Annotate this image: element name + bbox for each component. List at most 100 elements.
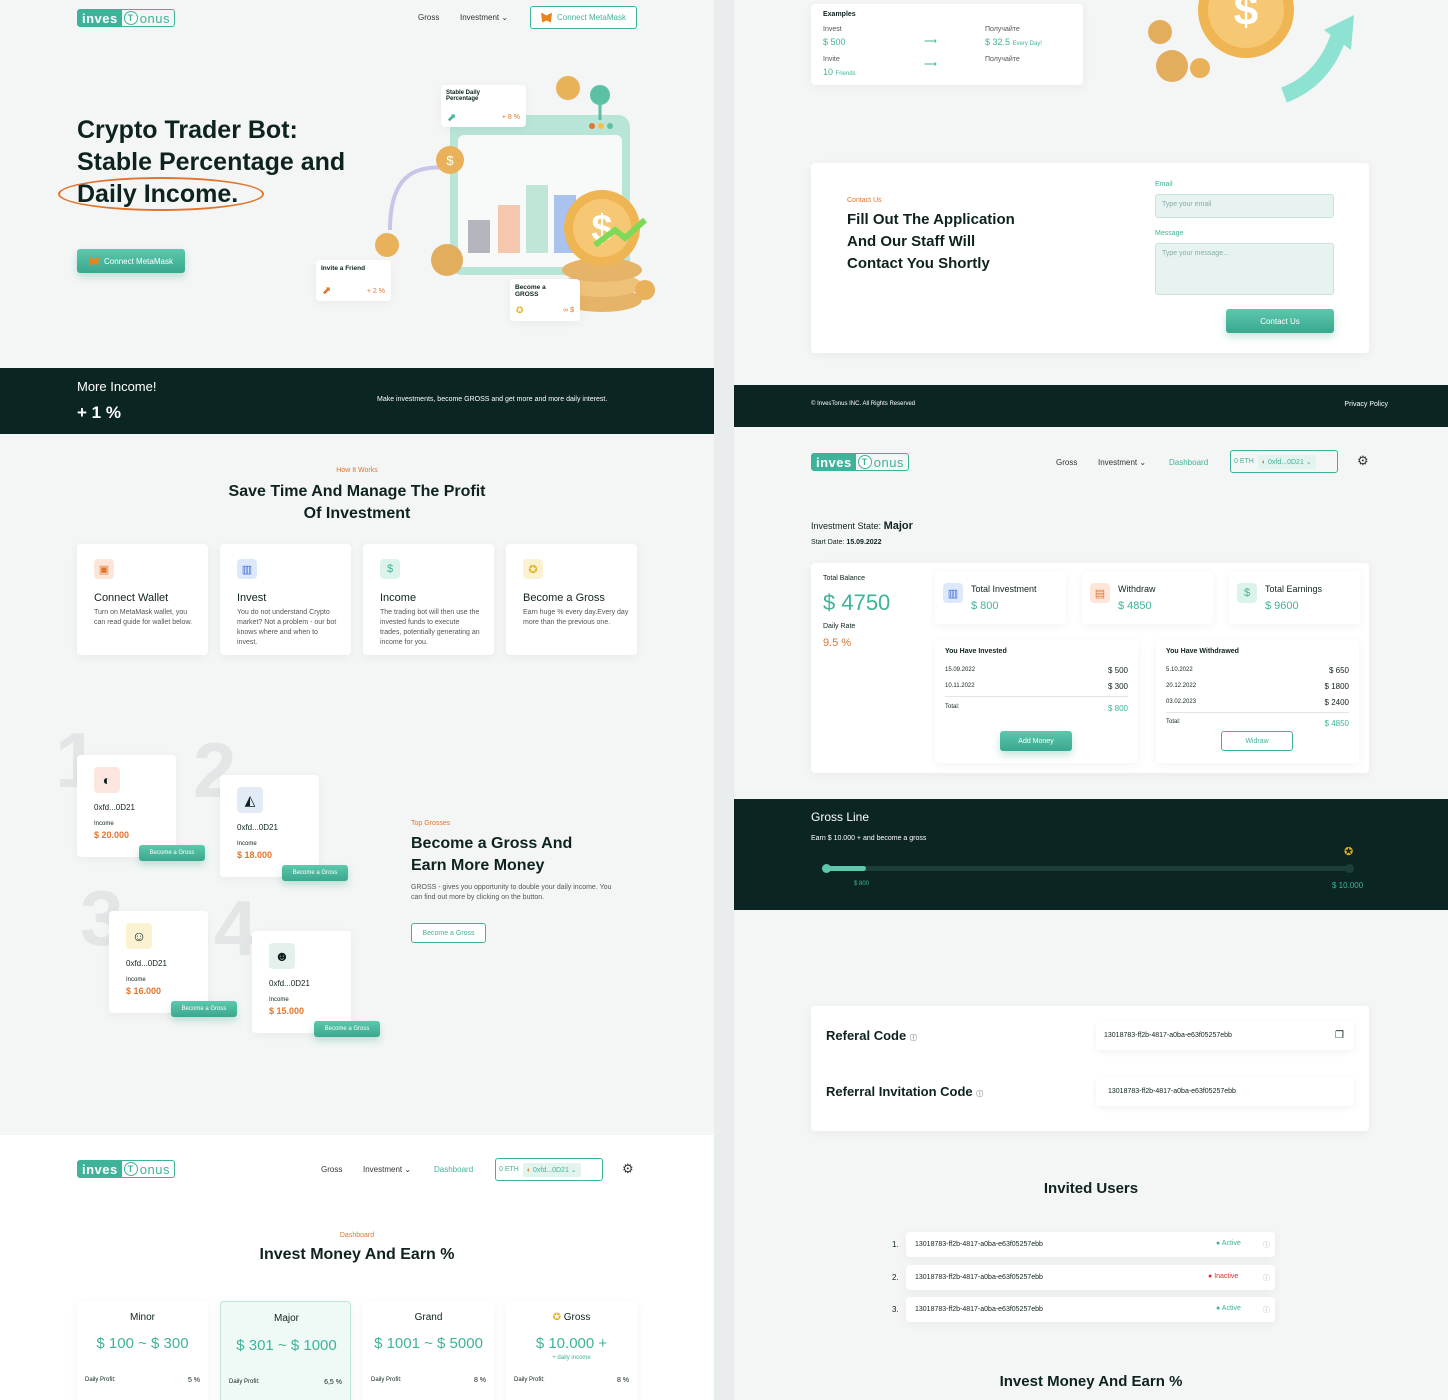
user-id: 13018783-ff2b-4817-a0ba-e63f05257ebb [915,1241,1043,1248]
info-icon[interactable]: ⓘ [976,1091,983,1098]
nav-dashboard[interactable]: Dashboard [434,1165,473,1174]
trend-up-icon: ⬈ [322,285,332,297]
wallet-address: ◐ 0xfd...0D21 ⌄ [522,1162,581,1177]
income-label: Income [94,821,114,827]
money-icon: $ [380,559,400,579]
info-icon[interactable]: ⓘ [1263,1240,1270,1250]
plan-card-selected[interactable]: Major $ 301 ~ $ 1000 Daily Profit: 6,5 % [220,1301,351,1400]
award-icon: ✪ [523,559,543,579]
wallet-widget[interactable]: 0 ETH ◐ 0xfd...0D21 ⌄ [495,1158,603,1181]
rank-address: 0xfd...0D21 [237,823,278,832]
referral-code-field[interactable]: 13018783-ff2b-4817-a0ba-e63f05257ebb [1096,1022,1354,1050]
gross-rank-card: ☻ 0xfd...0D21 Income $ 15.000 [252,931,351,1033]
wallet-icon: ▣ [94,559,114,579]
rank-address: 0xfd...0D21 [126,959,167,968]
panel-title: You Have Invested [945,648,1007,655]
gear-icon[interactable]: ⚙ [1357,453,1369,469]
plan-card[interactable]: Grand $ 1001 ~ $ 5000 Daily Profit: 8 % [363,1301,494,1400]
plan-card[interactable]: Minor $ 100 ~ $ 300 Daily Profit: 5 % [77,1301,208,1400]
profit-value: 8 % [473,1377,486,1384]
gross-rank-card: ◭ 0xfd...0D21 Income $ 18.000 [220,775,319,877]
logo-mark: T [123,1162,138,1176]
balance-label: Total Balance [823,575,866,582]
copyright: © InvesTonus INC. All Rights Reserved [811,401,916,407]
investment-state: Investment State: Major [811,520,913,532]
progress-handle [822,864,831,873]
message-field[interactable]: Type your message... [1155,243,1334,295]
nav-gross[interactable]: Gross [1056,458,1077,467]
nav-dashboard[interactable]: Dashboard [1169,458,1208,467]
status-badge: ● Inactive [1208,1273,1238,1280]
income-value: $ 15.000 [269,1006,305,1016]
check-icon: ● [1216,1240,1221,1247]
stat-value: $ 800 [971,600,999,612]
plan-name-wrap: ✪ Gross [506,1312,637,1323]
logo[interactable]: inves T onus [811,453,909,471]
step-text: You do not understand Crypto market? Not… [237,609,337,646]
logo-mark: T [123,11,138,25]
balance-value: $ 4750 [823,590,891,615]
invitation-code-field[interactable]: 13018783-ff2b-4817-a0ba-e63f05257ebb [1096,1078,1354,1106]
become-gross-outline-button[interactable]: Become a Gross [411,923,486,943]
info-icon[interactable]: ⓘ [1263,1305,1270,1315]
step-title: Connect Wallet [94,592,169,604]
nav-gross[interactable]: Gross [418,13,439,22]
stat-value: $ 9600 [1265,600,1299,612]
gear-icon[interactable]: ⚙ [622,1161,634,1177]
target-amount: $ 10.000 [1332,881,1364,890]
plan-name: Grand [414,1312,443,1323]
connect-metamask-button[interactable]: Connect MetaMask [530,6,637,29]
copy-icon[interactable]: ❐ [1335,1030,1344,1041]
logo[interactable]: inves T onus [77,9,175,27]
nav-investment[interactable]: Investment ⌄ [363,1165,411,1174]
invite-sub: Friends [835,71,856,77]
hero-line: Crypto Trader Bot: [77,116,298,144]
section-tag: Top Grosses [411,820,451,827]
become-gross-button[interactable]: Become a Gross [139,845,205,861]
message-label: Message [1155,230,1184,237]
nav-investment[interactable]: Investment ⌄ [1098,458,1146,467]
stat-card: $ Total Earnings $ 9600 [1229,572,1360,624]
step-card: ▣ Connect Wallet Turn on MetaMask wallet… [77,544,208,655]
stat-card: ▤ Withdraw $ 4850 [1082,572,1213,624]
hero-connect-button[interactable]: Connect MetaMask [77,249,185,273]
row-date: 20.12.2022 [1166,683,1197,689]
wallet-widget[interactable]: 0 ETH ◐ 0xfd...0D21 ⌄ [1230,450,1338,473]
info-icon[interactable]: ⓘ [1263,1273,1270,1283]
become-gross-button[interactable]: Become a Gross [282,865,348,881]
profit-label: Daily Profit: [514,1377,545,1383]
start-value: 15.09.2022 [846,539,882,546]
invite-value-wrap: 10 Friends [823,67,856,77]
watermelon-icon: ◐ [1261,458,1267,466]
logo-part: onus [139,10,170,26]
invested-panel: You Have Invested 15.09.2022 $ 500 10.11… [935,640,1138,763]
add-money-button[interactable]: Add Money [1000,731,1072,751]
become-gross-button[interactable]: Become a Gross [171,1001,237,1017]
contact-us-button[interactable]: Contact Us [1226,309,1334,333]
plan-range: $ 100 ~ $ 300 [96,1335,189,1352]
get-value: $ 32.5 [985,37,1011,47]
title-line: Contact You Shortly [847,255,990,272]
status-badge: ● Active [1216,1305,1241,1312]
banner-value: + 1 % [77,403,121,422]
email-field[interactable]: Type your email [1155,194,1334,218]
email-label: Email [1155,181,1173,188]
plan-card[interactable]: ✪ Gross $ 10.000 + + daily income Daily … [506,1301,637,1400]
privacy-link[interactable]: Privacy Policy [1344,401,1388,408]
withdrawn-panel: You Have Withdrawed 5.10.2022 $ 650 20.1… [1156,640,1359,763]
rank-address: 0xfd...0D21 [94,803,135,812]
logo[interactable]: inves T onus [77,1160,175,1178]
withdraw-button[interactable]: Widraw [1221,731,1293,751]
eth-balance: 0 ETH [1234,458,1254,465]
info-icon[interactable]: ⓘ [910,1035,917,1042]
nav-gross[interactable]: Gross [321,1165,342,1174]
arrow-right-icon: ⟶ [924,59,937,69]
gross-line-title: Gross Line [811,810,870,824]
card-value: ∞ $ [563,307,574,314]
nav-investment[interactable]: Investment ⌄ [460,13,508,22]
become-gross-button[interactable]: Become a Gross [314,1021,380,1037]
award-icon: ✪ [516,305,524,315]
chevron-down-icon: ⌄ [501,13,509,22]
title-line: Earn More Money [411,857,545,874]
minus-icon: ● [1208,1273,1213,1280]
